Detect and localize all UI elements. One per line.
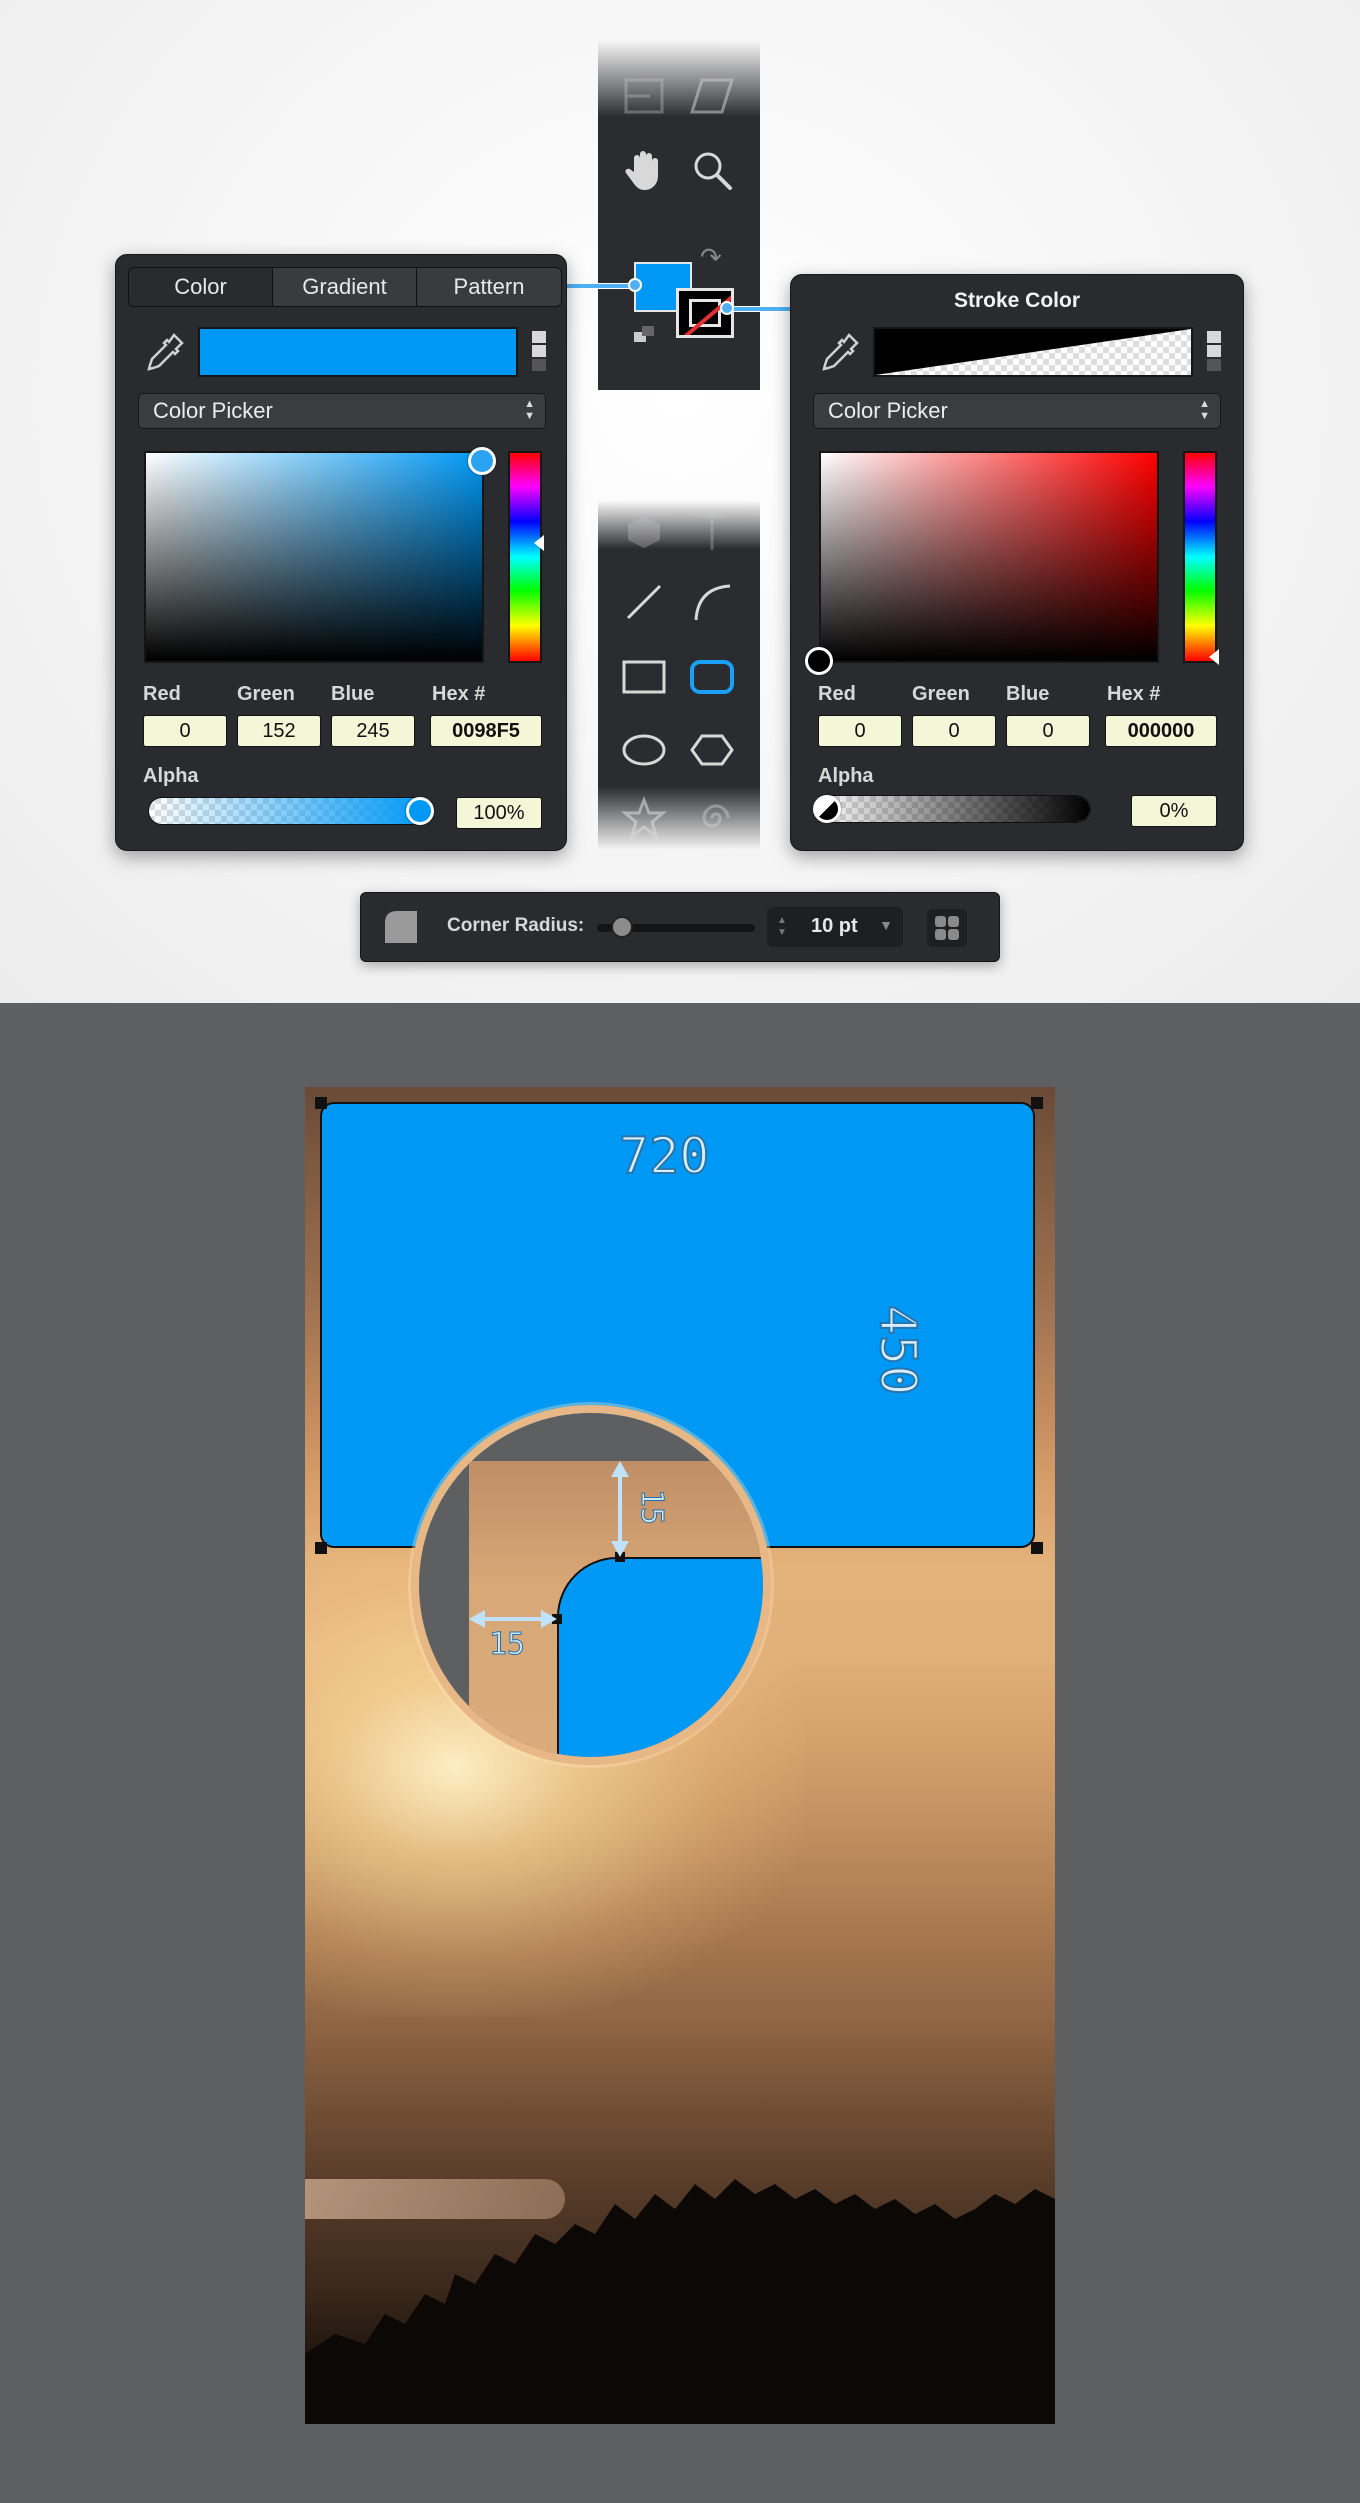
corner-radius-label: Corner Radius: <box>447 915 585 936</box>
fill-mode-dropdown[interactable]: Color Picker ▲ ▼ <box>138 393 546 429</box>
hue-indicator[interactable] <box>1209 649 1219 665</box>
chevron-down-icon[interactable]: ▼ <box>879 917 893 933</box>
alpha-label: Alpha <box>818 765 874 787</box>
red-label: Red <box>143 683 181 705</box>
stroke-preview-fill <box>875 329 1191 375</box>
hex-field[interactable]: 000000 <box>1105 715 1217 747</box>
stroke-mode-dropdown[interactable]: Color Picker ▲ ▼ <box>813 393 1221 429</box>
polygon-icon[interactable] <box>686 724 738 776</box>
fill-mode-label: Color Picker <box>153 398 273 423</box>
alpha-handle[interactable] <box>813 795 841 823</box>
corner-radius-knob[interactable] <box>610 916 633 938</box>
blue-field[interactable]: 245 <box>331 715 415 747</box>
red-label: Red <box>818 683 856 705</box>
sv-handle[interactable] <box>468 447 496 475</box>
corner-radius-value[interactable]: 10 pt <box>811 915 858 938</box>
alpha-gradient <box>816 796 1090 822</box>
blue-field[interactable]: 0 <box>1006 715 1090 747</box>
recent-swatches[interactable] <box>532 331 546 371</box>
swap-colors-icon[interactable]: ↷ <box>700 242 722 273</box>
alpha-label: Alpha <box>143 765 199 787</box>
green-label: Green <box>912 683 970 705</box>
hex-label: Hex # <box>432 683 486 705</box>
hue-slider[interactable] <box>1183 451 1217 663</box>
fill-color-panel: Color Gradient Pattern Color Picker ▲ ▼ R… <box>115 254 567 851</box>
spiral-icon[interactable] <box>686 792 738 844</box>
rectangle-icon[interactable] <box>618 650 670 702</box>
tab-color[interactable]: Color <box>129 268 273 306</box>
arc-icon[interactable] <box>686 576 738 628</box>
stroke-panel-title: Stroke Color <box>953 289 1081 312</box>
stroke-mode-label: Color Picker <box>828 398 948 423</box>
alpha-slider[interactable] <box>815 795 1091 823</box>
skew-icon[interactable] <box>686 70 738 122</box>
green-label: Green <box>237 683 295 705</box>
tools-strip-lower <box>598 500 760 850</box>
stroke-color-panel: Stroke Color Color Picker ▲ ▼ Red Green B… <box>790 274 1244 851</box>
corner-radius-bar: Corner Radius: ▲ ▼ 10 pt ▼ <box>360 892 1000 962</box>
sv-handle[interactable] <box>805 647 833 675</box>
artboard: 720 450 15 15 <box>305 1087 1055 2424</box>
ellipse-icon[interactable] <box>618 724 670 776</box>
stroke-connector-line <box>726 306 792 312</box>
width-dimension-label: 720 <box>618 1126 710 1186</box>
dropdown-arrows-icon: ▲ ▼ <box>1199 398 1210 422</box>
alpha-field[interactable]: 0% <box>1131 795 1217 827</box>
fill-connector-dot <box>628 278 642 292</box>
saturation-value-square[interactable] <box>819 451 1159 663</box>
dropdown-arrows-icon: ▲ ▼ <box>524 398 535 422</box>
saturation-value-square[interactable] <box>144 451 484 663</box>
rounded-rectangle-icon[interactable] <box>686 650 738 702</box>
independent-corners-icon[interactable] <box>927 909 967 947</box>
tab-gradient[interactable]: Gradient <box>273 268 417 306</box>
height-dimension-label: 450 <box>868 1304 928 1396</box>
recent-swatches[interactable] <box>1207 331 1221 371</box>
hand-icon[interactable] <box>618 144 670 196</box>
corner-shape-icon[interactable] <box>383 909 419 945</box>
hex-field[interactable]: 0098F5 <box>430 715 542 747</box>
green-field[interactable]: 152 <box>237 715 321 747</box>
red-field[interactable]: 0 <box>818 715 902 747</box>
anchor-point-bottom-left[interactable] <box>315 1542 327 1554</box>
alpha-slider[interactable] <box>148 797 428 825</box>
blue-label: Blue <box>331 683 375 705</box>
hex-label: Hex # <box>1107 683 1161 705</box>
hue-slider[interactable] <box>508 451 542 663</box>
hue-indicator[interactable] <box>534 535 544 551</box>
stroke-color-preview <box>873 327 1193 377</box>
stepper-arrows-icon[interactable]: ▲ ▼ <box>777 915 787 939</box>
default-colors-icon[interactable] <box>634 326 656 342</box>
stroke-connector-dot <box>720 301 734 315</box>
vertical-radius-label: 15 <box>634 1489 670 1526</box>
eyedropper-icon[interactable] <box>144 331 186 373</box>
zoom-icon[interactable] <box>686 144 738 196</box>
alpha-handle[interactable] <box>406 797 434 825</box>
fill-color-preview <box>198 327 518 377</box>
anchor-point-top-right[interactable] <box>1031 1097 1043 1109</box>
anchor-point-top-left[interactable] <box>315 1097 327 1109</box>
alpha-field[interactable]: 100% <box>456 797 542 829</box>
star-icon[interactable] <box>618 792 670 844</box>
tab-pattern[interactable]: Pattern <box>417 268 561 306</box>
alpha-gradient <box>149 798 427 824</box>
tools-strip-upper: ↷ <box>598 40 760 390</box>
blue-label: Blue <box>1006 683 1050 705</box>
red-field[interactable]: 0 <box>143 715 227 747</box>
text-icon[interactable] <box>686 506 738 558</box>
eyedropper-icon[interactable] <box>819 331 861 373</box>
radius-arrows <box>469 1461 629 1628</box>
corner-radius-stepper[interactable]: ▲ ▼ 10 pt ▼ <box>767 907 903 947</box>
fill-type-segmented-control: Color Gradient Pattern <box>128 267 562 307</box>
green-field[interactable]: 0 <box>912 715 996 747</box>
3d-box-icon[interactable] <box>618 506 670 558</box>
horizontal-radius-label: 15 <box>488 1627 526 1663</box>
corner-magnifier: 15 15 <box>411 1405 771 1765</box>
artboard-icon[interactable] <box>618 70 670 122</box>
anchor-point-bottom-right[interactable] <box>1031 1542 1043 1554</box>
tree-silhouette <box>305 2179 1055 2424</box>
line-icon[interactable] <box>618 576 670 628</box>
